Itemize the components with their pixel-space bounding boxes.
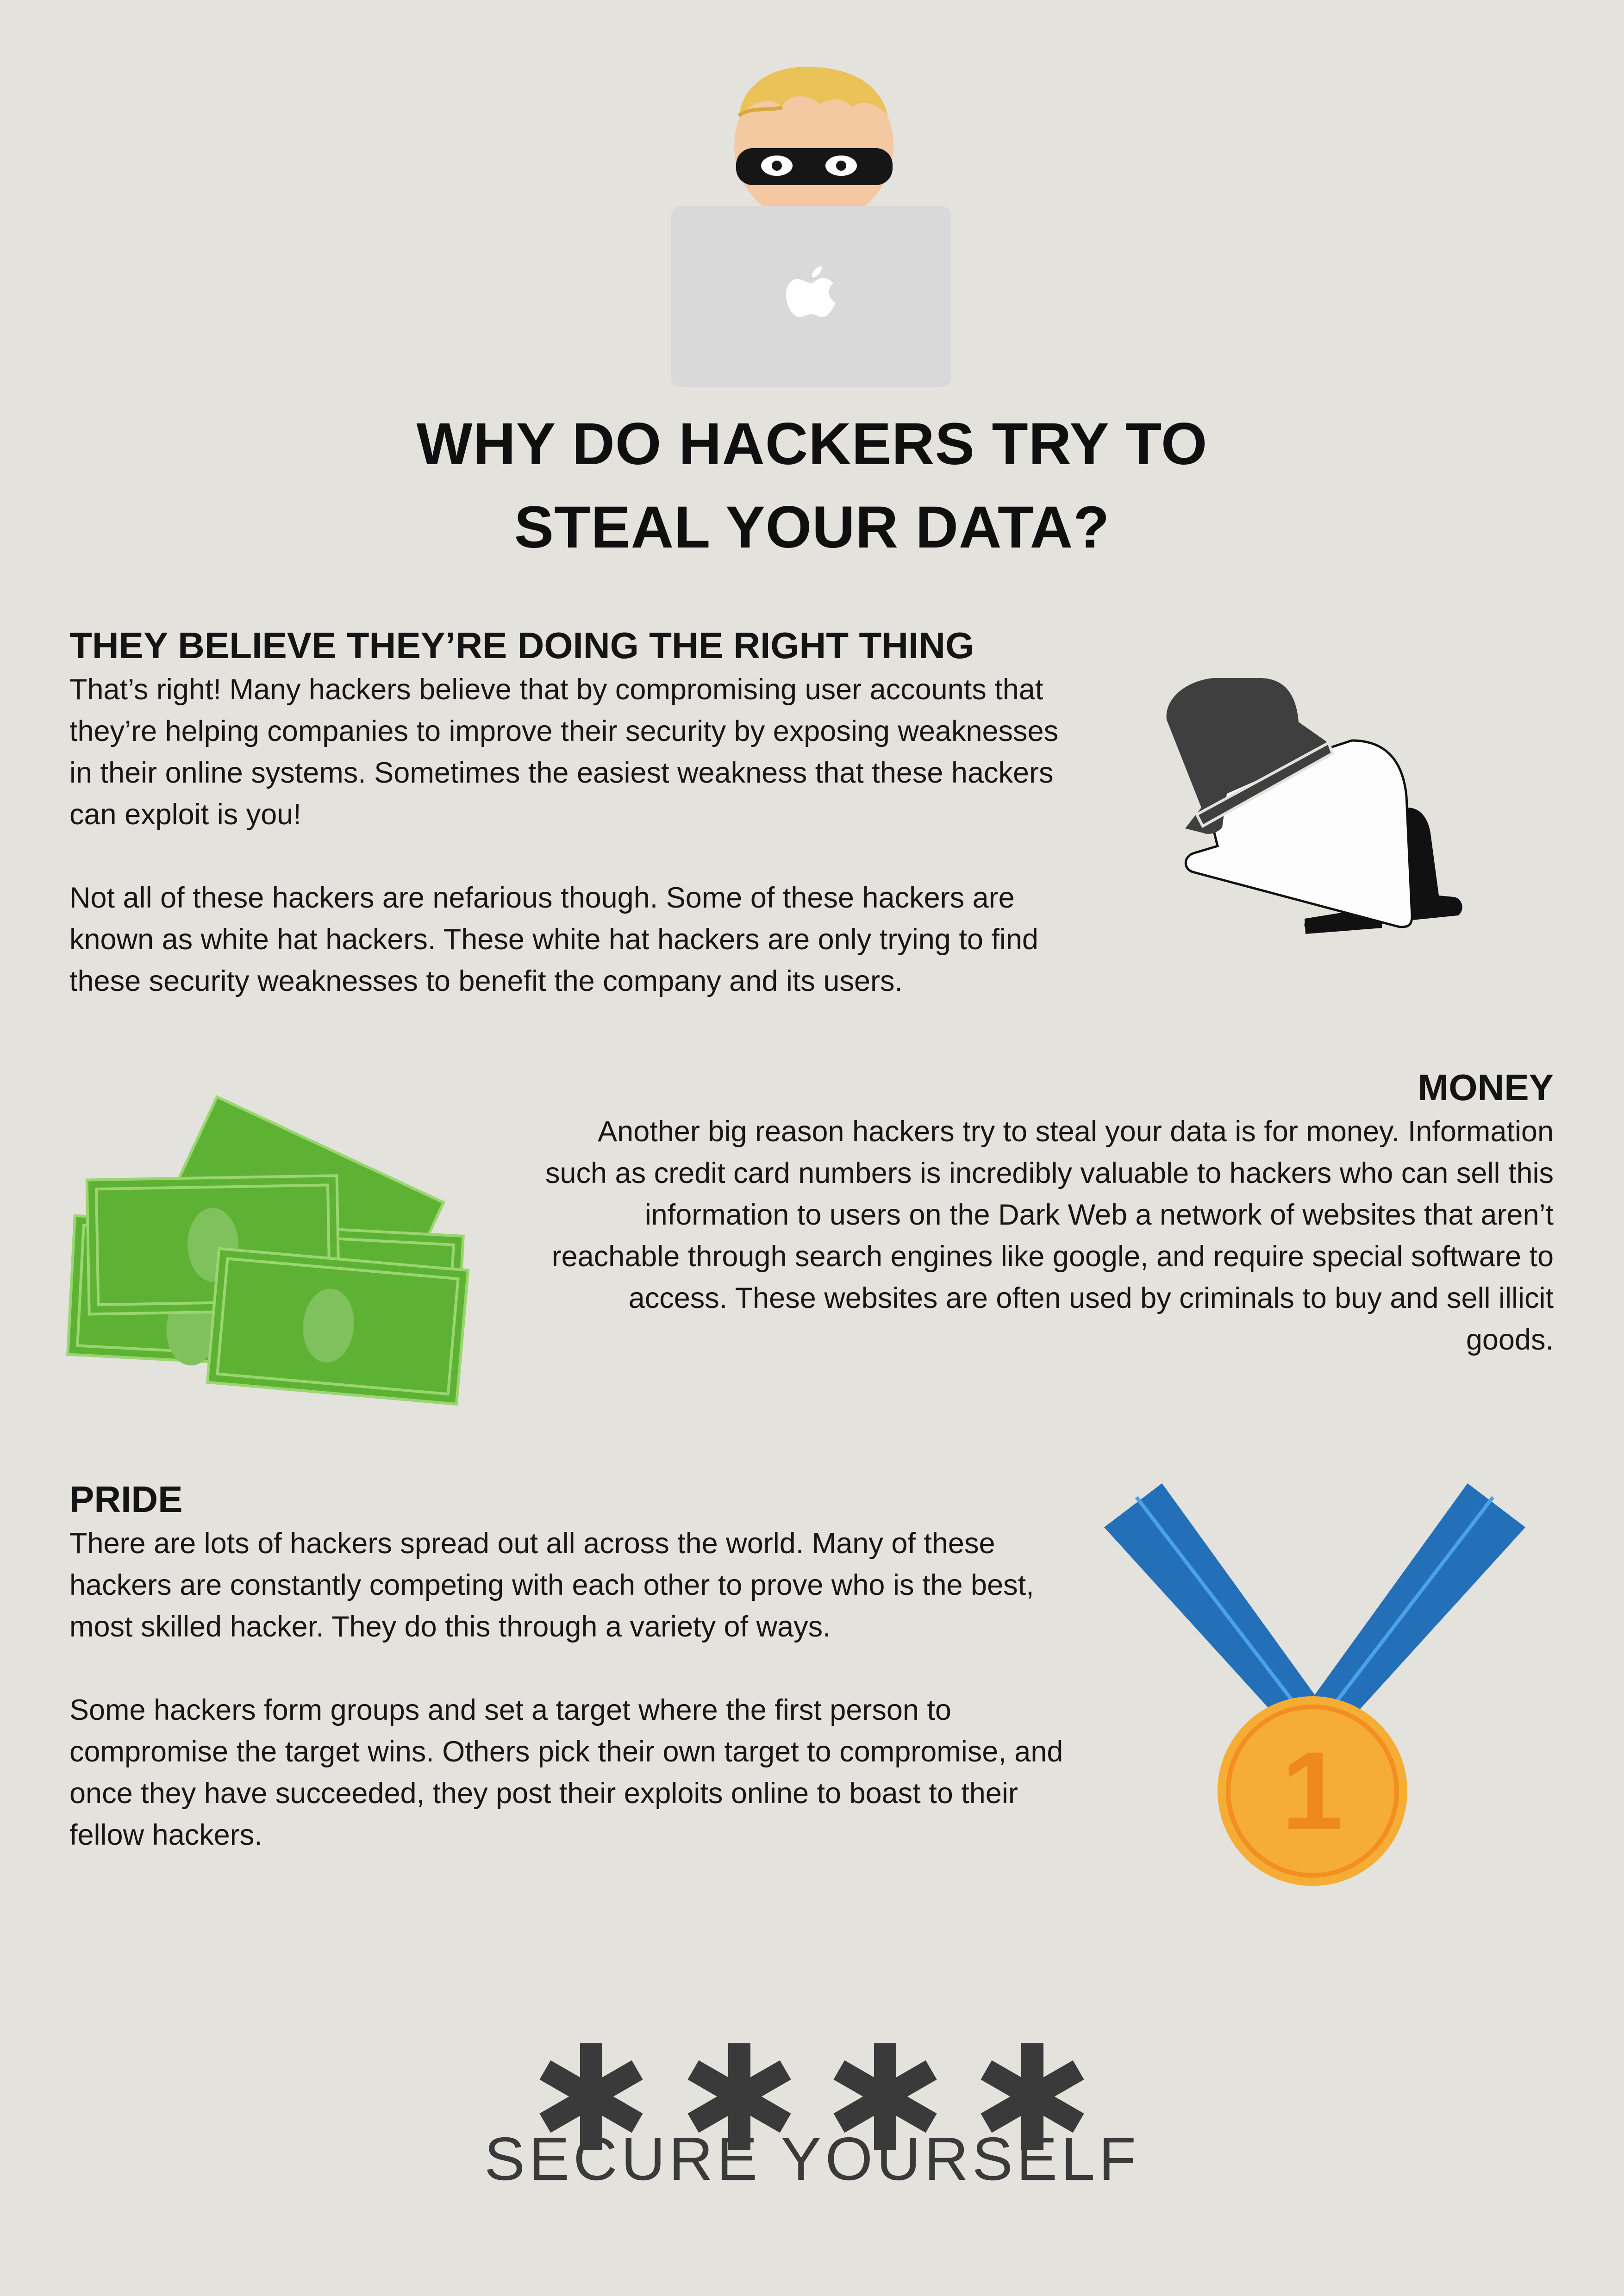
section-heading: THEY BELIEVE THEY’RE DOING THE RIGHT THI…	[69, 625, 974, 666]
section-money: MONEY Another big reason hackers try to …	[535, 1064, 1554, 1361]
hacker-illustration	[671, 67, 951, 387]
hacker-head	[734, 67, 893, 224]
title-line-1: WHY DO HACKERS TRY TO	[416, 411, 1208, 477]
medal-icon: 1	[1104, 1483, 1525, 1886]
money-icon	[66, 1095, 470, 1406]
laptop-icon	[671, 206, 951, 387]
paragraph: That’s right! Many hackers believe that …	[69, 673, 1059, 831]
paragraph: Not all of these hackers are nefarious t…	[69, 882, 1038, 997]
section-body: Another big reason hackers try to steal …	[535, 1111, 1554, 1361]
medal-coin: 1	[1218, 1696, 1407, 1886]
paragraph: Some hackers form groups and set a targe…	[69, 1694, 1063, 1851]
section-body: There are lots of hackers spread out all…	[69, 1523, 1065, 1856]
section-heading: PRIDE	[69, 1479, 183, 1520]
paragraph: Another big reason hackers try to steal …	[545, 1115, 1554, 1356]
title-line-2: STEAL YOUR DATA?	[514, 494, 1110, 560]
section-body: That’s right! Many hackers believe that …	[69, 669, 1065, 1002]
section-right-thing: THEY BELIEVE THEY’RE DOING THE RIGHT THI…	[69, 622, 1065, 1002]
footer-slogan: SECURE YOURSELF	[484, 2125, 1140, 2193]
medal-number: 1	[1281, 1729, 1343, 1853]
paragraph: There are lots of hackers spread out all…	[69, 1527, 1034, 1643]
mask	[736, 148, 893, 185]
page-title: WHY DO HACKERS TRY TO STEAL YOUR DATA?	[0, 403, 1624, 569]
fallen-hat-icon	[1166, 678, 1462, 934]
section-pride: PRIDE There are lots of hackers spread o…	[69, 1476, 1065, 1856]
section-heading: MONEY	[1418, 1067, 1554, 1108]
